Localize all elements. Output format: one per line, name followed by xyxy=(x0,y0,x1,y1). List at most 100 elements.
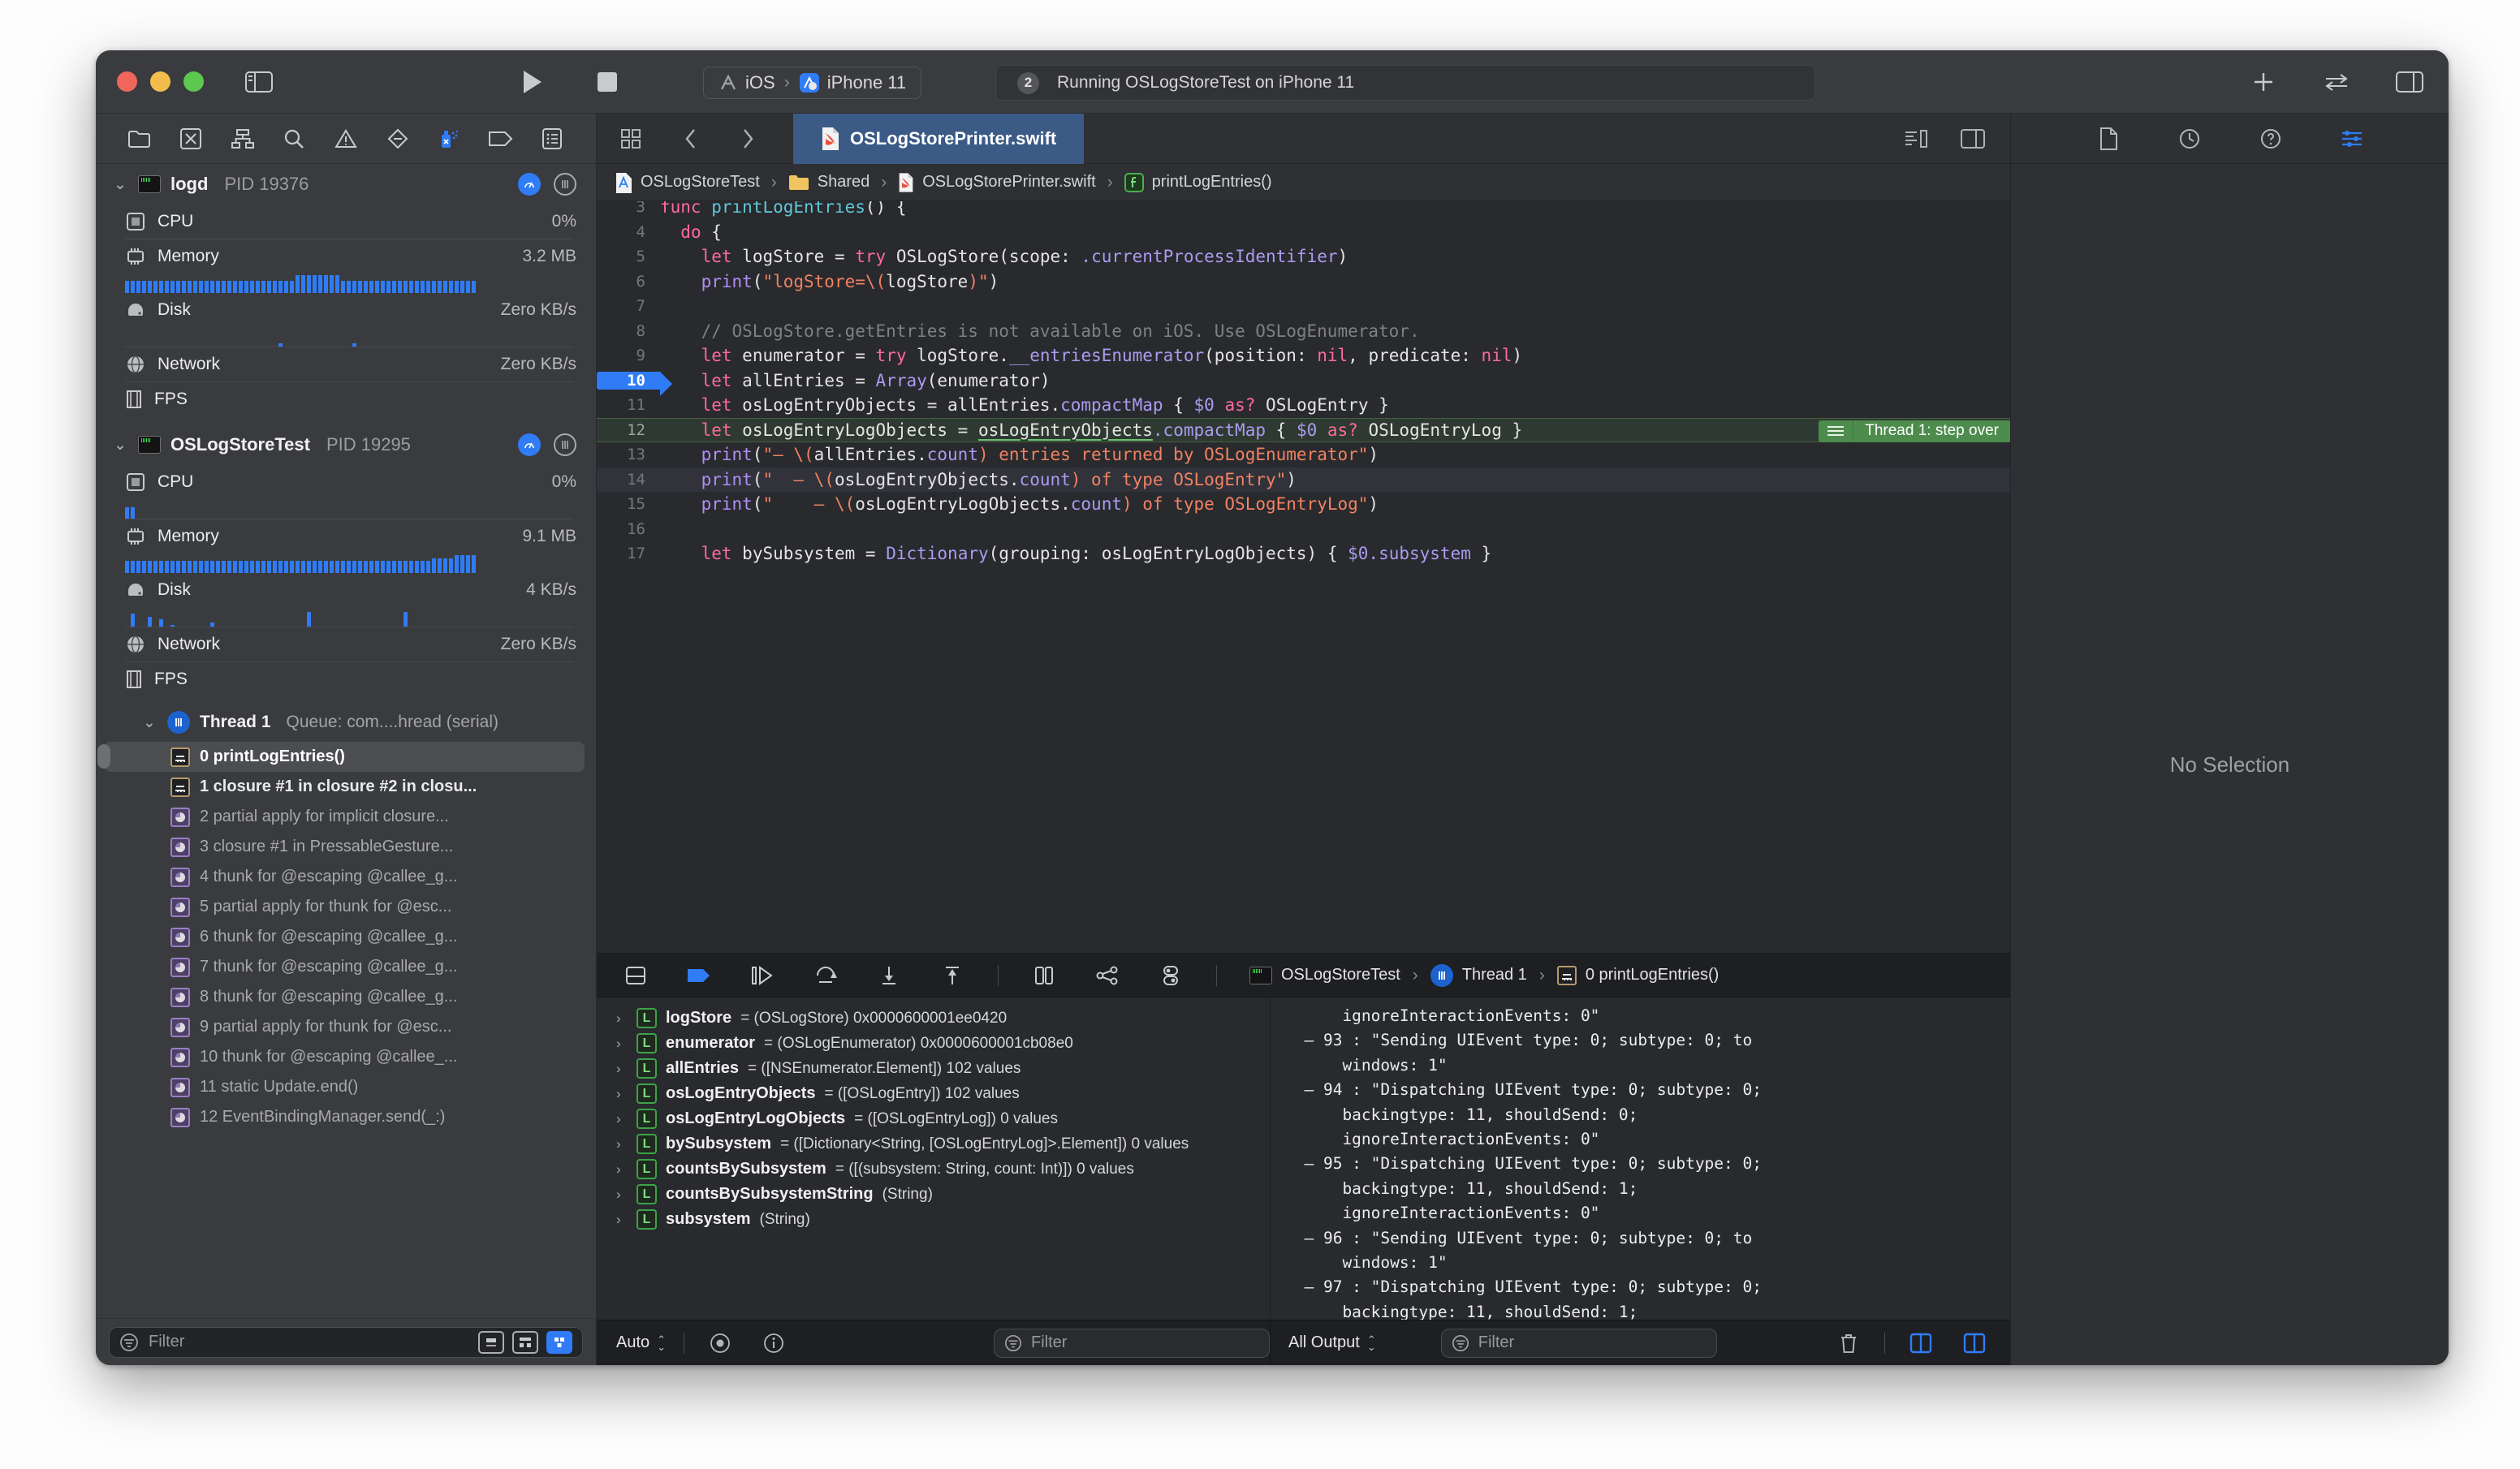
stack-frame-row[interactable]: 11 static Update.end() xyxy=(96,1072,596,1102)
info-icon[interactable] xyxy=(756,1325,792,1361)
breadcrumb-folder[interactable]: Shared xyxy=(818,173,870,192)
step-over-icon[interactable] xyxy=(808,958,844,993)
gauge-row-fps[interactable]: FPS xyxy=(96,382,596,416)
environment-overrides-icon[interactable] xyxy=(1153,958,1189,993)
run-button[interactable] xyxy=(515,64,550,100)
stack-frame-row[interactable]: 9 partial apply for thunk for @esc... xyxy=(96,1012,596,1042)
line-number[interactable]: 12 xyxy=(597,421,660,439)
navigator-content[interactable]: ⌄ logd PID 19376 CPU 0% Memory 3.2 MB Di… xyxy=(96,164,596,1318)
step-over-annotation[interactable]: Thread 1: step over xyxy=(1819,420,2010,442)
go-forward-icon[interactable] xyxy=(730,121,766,157)
debug-crumb-thread[interactable]: Thread 1 xyxy=(1462,966,1527,984)
chevron-right-icon[interactable]: › xyxy=(616,1136,628,1152)
editor-jump-bar[interactable]: OSLogStoreTest › Shared › OSLogStorePrin… xyxy=(597,164,2010,201)
minimap-toggle-icon[interactable] xyxy=(1898,121,1934,157)
hide-debug-area-icon[interactable] xyxy=(618,958,654,993)
gauge-badge-icon[interactable] xyxy=(518,433,541,456)
breadcrumb-symbol[interactable]: printLogEntries() xyxy=(1152,173,1272,192)
stepper-icon[interactable]: ⌃ ⌄ xyxy=(657,1334,666,1352)
chevron-right-icon[interactable]: › xyxy=(616,1212,628,1228)
line-number[interactable]: 10 xyxy=(597,371,672,396)
attributes-inspector-icon[interactable] xyxy=(2334,121,2370,157)
code-review-button[interactable] xyxy=(2319,64,2354,100)
chevron-right-icon[interactable]: › xyxy=(616,1086,628,1102)
variable-row[interactable]: › LbySubsystem = ([Dictionary<String, [OS… xyxy=(597,1131,1270,1157)
tab-oslogstoreprinter-swift[interactable]: OSLogStorePrinter.swift xyxy=(793,113,1085,164)
step-into-icon[interactable] xyxy=(871,958,907,993)
stack-frame-row[interactable]: 2 partial apply for implicit closure... xyxy=(96,802,596,832)
gauge-row-cpu[interactable]: CPU 0% xyxy=(96,205,596,239)
chevron-right-icon[interactable]: › xyxy=(616,1161,628,1178)
thread-header[interactable]: ⌄ Thread 1 Queue: com....hread (serial) xyxy=(96,703,596,742)
chevron-right-icon[interactable]: › xyxy=(616,1010,628,1027)
chevron-right-icon[interactable]: › xyxy=(616,1187,628,1203)
stack-frames-list[interactable]: 0 printLogEntries() 1 closure #1 in closu… xyxy=(96,742,596,1132)
variable-row[interactable]: › LosLogEntryLogObjects = ([OSLogEntryLog… xyxy=(597,1106,1270,1131)
file-inspector-icon[interactable] xyxy=(2091,121,2126,157)
trash-icon[interactable] xyxy=(1831,1325,1866,1361)
stack-frame-row[interactable]: 1 closure #1 in closure #2 in closu... xyxy=(96,772,596,802)
annotation-menu-icon[interactable] xyxy=(1819,420,1853,442)
variable-row[interactable]: › LcountsBySubsystem = ([(subsystem: Stri… xyxy=(597,1157,1270,1182)
close-button[interactable] xyxy=(117,71,137,92)
gauge-row-fps[interactable]: FPS xyxy=(96,662,596,696)
stack-frame-row[interactable]: 7 thunk for @escaping @callee_g... xyxy=(96,952,596,982)
stack-frame-row[interactable]: 0 printLogEntries() xyxy=(97,742,585,772)
stack-frame-row[interactable]: 6 thunk for @escaping @callee_g... xyxy=(96,922,596,952)
history-inspector-icon[interactable] xyxy=(2172,121,2207,157)
debug-spray-icon[interactable] xyxy=(431,121,467,157)
console-filter-input[interactable]: Filter xyxy=(1440,1328,1717,1358)
stack-frame-row[interactable]: 4 thunk for @escaping @callee_g... xyxy=(96,862,596,892)
chevron-right-icon[interactable]: › xyxy=(616,1036,628,1052)
show-only-stack-frames-icon[interactable] xyxy=(478,1330,504,1354)
issue-warning-icon[interactable] xyxy=(328,121,364,157)
variables-scope-popup[interactable]: Auto ⌃ ⌄ xyxy=(616,1333,666,1352)
thread-badge-icon[interactable] xyxy=(554,433,576,456)
breadcrumb-project[interactable]: OSLogStoreTest xyxy=(641,173,760,192)
gauge-badge-icon[interactable] xyxy=(518,173,541,196)
quick-help-icon[interactable] xyxy=(2253,121,2289,157)
activity-view[interactable]: 2 Running OSLogStoreTest on iPhone 11 xyxy=(995,65,1815,101)
stack-frame-row[interactable]: 10 thunk for @escaping @callee_... xyxy=(96,1042,596,1072)
variable-row[interactable]: › LlogStore = (OSLogStore) 0x0000600001ee… xyxy=(597,1006,1270,1031)
process-header-oslogstoretest[interactable]: ⌄ OSLogStoreTest PID 19295 xyxy=(96,424,596,465)
symbol-hierarchy-icon[interactable] xyxy=(225,121,261,157)
show-queues-icon[interactable] xyxy=(546,1330,572,1354)
variable-row[interactable]: › LallEntries = ([NSEnumerator.Element]) … xyxy=(597,1056,1270,1081)
navigator-filter-input[interactable]: Filter xyxy=(109,1326,583,1358)
test-diamond-icon[interactable] xyxy=(380,121,416,157)
gauge-row-network[interactable]: Network Zero KB/s xyxy=(96,347,596,381)
toggle-variables-view-icon[interactable] xyxy=(1903,1325,1939,1361)
console-scope-popup[interactable]: All Output ⌃ ⌄ xyxy=(1288,1333,1376,1352)
breadcrumb-file[interactable]: OSLogStorePrinter.swift xyxy=(922,173,1095,192)
chevron-down-icon[interactable]: ⌄ xyxy=(114,175,128,194)
thread-badge-icon[interactable] xyxy=(554,173,576,196)
debug-crumb-process[interactable]: OSLogStoreTest xyxy=(1281,966,1400,984)
stack-frame-row[interactable]: 3 closure #1 in PressableGesture... xyxy=(96,832,596,862)
deactivate-breakpoints-icon[interactable] xyxy=(681,958,717,993)
search-icon[interactable] xyxy=(276,121,312,157)
toggle-console-view-icon[interactable] xyxy=(1957,1325,1992,1361)
stop-button[interactable] xyxy=(589,64,625,100)
gauge-row-memory[interactable]: Memory 3.2 MB xyxy=(96,239,596,274)
related-items-icon[interactable] xyxy=(613,121,649,157)
console-output[interactable]: ignoreInteractionEvents: 0" – 93 : "Send… xyxy=(1271,997,2010,1320)
toggle-navigator-icon[interactable] xyxy=(241,64,277,100)
variable-row[interactable]: › Lsubsystem (String) xyxy=(597,1207,1270,1232)
debug-breadcrumb[interactable]: OSLogStoreTest › Thread 1 › 0 printLogEn… xyxy=(1249,963,1719,987)
stack-frame-row[interactable]: 5 partial apply for thunk for @esc... xyxy=(96,892,596,922)
stepper-icon[interactable]: ⌃ ⌄ xyxy=(1367,1334,1376,1352)
issue-count-badge[interactable]: 2 xyxy=(1017,71,1039,94)
report-list-icon[interactable] xyxy=(534,121,570,157)
chevron-right-icon[interactable]: › xyxy=(616,1111,628,1127)
breakpoint-tag-icon[interactable] xyxy=(483,121,519,157)
gauge-row-memory[interactable]: Memory 9.1 MB xyxy=(96,519,596,554)
variables-view[interactable]: › LlogStore = (OSLogStore) 0x0000600001ee… xyxy=(597,997,1271,1320)
view-hierarchy-icon[interactable] xyxy=(1026,958,1062,993)
folder-icon[interactable] xyxy=(122,121,158,157)
stack-frame-row[interactable]: 12 EventBindingManager.send(_:) xyxy=(96,1102,596,1132)
variable-row[interactable]: › LcountsBySubsystemString (String) xyxy=(597,1182,1270,1207)
toggle-inspector-icon[interactable] xyxy=(2392,64,2427,100)
watch-expression-icon[interactable] xyxy=(702,1325,738,1361)
source-control-icon[interactable] xyxy=(173,121,209,157)
